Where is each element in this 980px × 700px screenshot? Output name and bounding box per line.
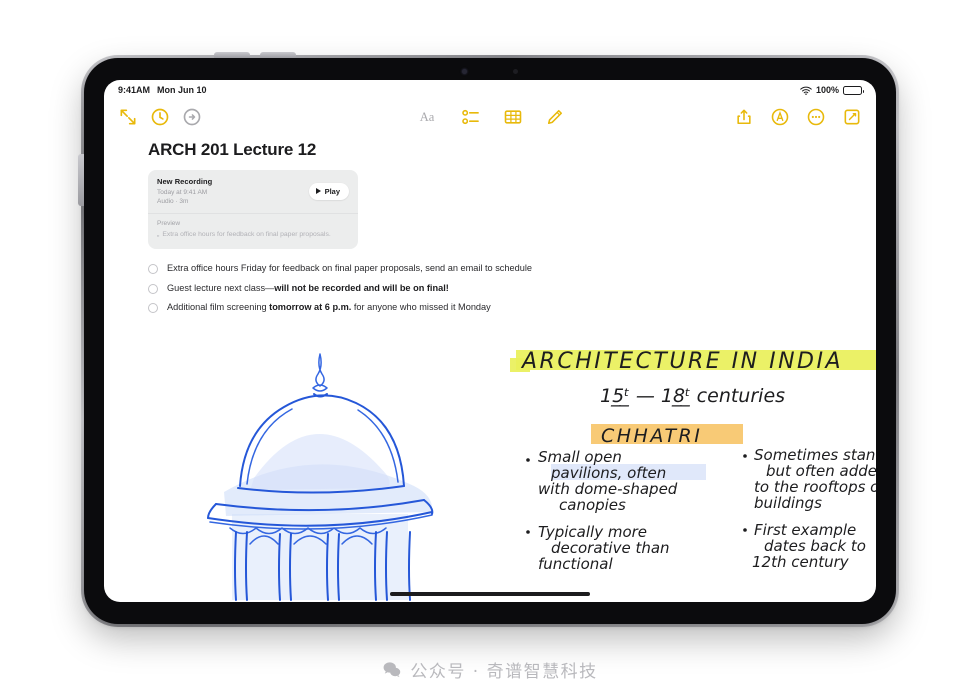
wifi-icon <box>800 86 812 95</box>
wechat-icon <box>383 661 401 677</box>
collapse-sidebar-icon[interactable] <box>118 107 138 127</box>
ipad-device: 9:41AM Mon Jun 10 100% Aa ARCH 201 Lectu… <box>78 52 899 627</box>
status-bar: 9:41AM Mon Jun 10 100% <box>104 80 876 100</box>
redo-arrow-icon[interactable] <box>182 107 202 127</box>
ipad-screen: 9:41AM Mon Jun 10 100% Aa ARCH 201 Lectu… <box>104 80 876 602</box>
handwriting-bullet-left-1-line4: canopies <box>559 496 626 514</box>
toolbar-left-group <box>118 107 202 127</box>
home-indicator[interactable] <box>390 592 590 596</box>
recording-preview-body: „ Extra office hours for feedback on fin… <box>157 230 349 240</box>
volume-down-button[interactable] <box>260 52 296 58</box>
history-clock-icon[interactable] <box>150 107 170 127</box>
checklist: Extra office hours Friday for feedback o… <box>148 263 832 314</box>
checklist-item[interactable]: Guest lecture next class—will not be rec… <box>148 283 832 295</box>
collaborate-icon[interactable] <box>770 107 790 127</box>
checklist-item[interactable]: Extra office hours Friday for feedback o… <box>148 263 832 275</box>
recording-header: New Recording Today at 9:41 AM Audio · 3… <box>148 170 358 213</box>
checkbox-icon[interactable] <box>148 264 158 275</box>
watermark-text: 公众号 · 奇谱智慧科技 <box>410 662 598 682</box>
page-title[interactable]: ARCH 201 Lecture 12 <box>148 140 832 160</box>
recording-card[interactable]: New Recording Today at 9:41 AM Audio · 3… <box>148 170 358 250</box>
note-content: ARCH 201 Lecture 12 New Recording Today … <box>104 134 876 314</box>
handwriting-bullet-left-2-line3: functional <box>538 555 613 573</box>
recording-meta: New Recording Today at 9:41 AM Audio · 3… <box>157 177 309 205</box>
recording-duration: Audio · 3m <box>157 198 189 205</box>
status-bar-left: 9:41AM Mon Jun 10 <box>118 85 207 95</box>
ambient-sensor-icon <box>513 68 518 74</box>
notes-toolbar: Aa <box>104 100 876 134</box>
table-icon[interactable] <box>503 107 523 127</box>
recording-title: New Recording <box>157 177 213 186</box>
checklist-item[interactable]: Additional film screening tomorrow at 6 … <box>148 302 832 314</box>
front-camera-bar <box>405 65 575 77</box>
status-bar-right: 100% <box>800 85 864 95</box>
recording-preview-label: Preview <box>157 220 181 227</box>
battery-percent-label: 100% <box>815 85 839 95</box>
quote-icon: „ <box>157 231 160 238</box>
recording-preview-text: Extra office hours for feedback on final… <box>162 231 331 238</box>
play-button[interactable]: Play <box>309 182 349 200</box>
front-camera-lens-icon <box>462 68 467 74</box>
checklist-emphasis: will not be recorded and will be on fina… <box>274 282 449 293</box>
checklist-item-label: Guest lecture next class—will not be rec… <box>167 283 449 295</box>
checklist-plain: Additional film screening <box>167 302 270 313</box>
watermark: 公众号 · 奇谱智慧科技 <box>0 657 980 682</box>
compose-new-note-icon[interactable] <box>842 107 862 127</box>
checklist-icon[interactable] <box>461 107 481 127</box>
more-options-icon[interactable] <box>806 107 826 127</box>
handwriting-section-title: CHHATRI <box>601 425 702 447</box>
toolbar-center-group: Aa <box>415 107 565 127</box>
chhatri-dome-sketch <box>207 353 434 601</box>
checkbox-icon[interactable] <box>148 303 158 314</box>
play-triangle-icon <box>316 188 322 194</box>
checklist-plain: Extra office hours Friday for feedback o… <box>167 263 532 274</box>
checklist-item-label: Extra office hours Friday for feedback o… <box>167 263 532 275</box>
markup-pen-icon[interactable] <box>545 107 565 127</box>
volume-up-button[interactable] <box>214 52 250 58</box>
checklist-plain: for anyone who missed it Monday <box>351 302 491 313</box>
status-date: Mon Jun 10 <box>157 85 207 95</box>
handwriting-subheading: 15̲ᵗ̲ — 18̲ᵗ̲ centuries <box>600 385 785 407</box>
battery-icon <box>843 85 864 95</box>
handwriting-bullet-right-2-line3: 12th century <box>752 553 850 571</box>
checklist-item-label: Additional film screening tomorrow at 6 … <box>167 302 491 314</box>
share-icon[interactable] <box>734 107 754 127</box>
checklist-emphasis: tomorrow at 6 p.m. <box>269 302 352 313</box>
recording-timestamp: Today at 9:41 AM <box>157 188 208 196</box>
svg-text:Aa: Aa <box>420 110 435 124</box>
text-format-icon[interactable]: Aa <box>415 107 439 127</box>
status-time: 9:41AM <box>118 85 151 95</box>
recording-preview: Preview „ Extra office hours for feedbac… <box>148 213 358 249</box>
handwriting-bullet-right-1-line4: buildings <box>754 494 822 512</box>
play-button-label: Play <box>324 186 340 196</box>
checklist-plain: Guest lecture next class— <box>167 282 275 293</box>
toolbar-right-group <box>734 107 862 127</box>
power-button[interactable] <box>78 154 84 206</box>
checkbox-icon[interactable] <box>148 283 158 294</box>
handwriting-heading: ARCHITECTURE IN INDIA <box>520 349 843 374</box>
handwriting-canvas[interactable]: ARCHITECTURE IN INDIA 15̲ᵗ̲ — 18̲ᵗ̲ cent… <box>104 332 876 602</box>
